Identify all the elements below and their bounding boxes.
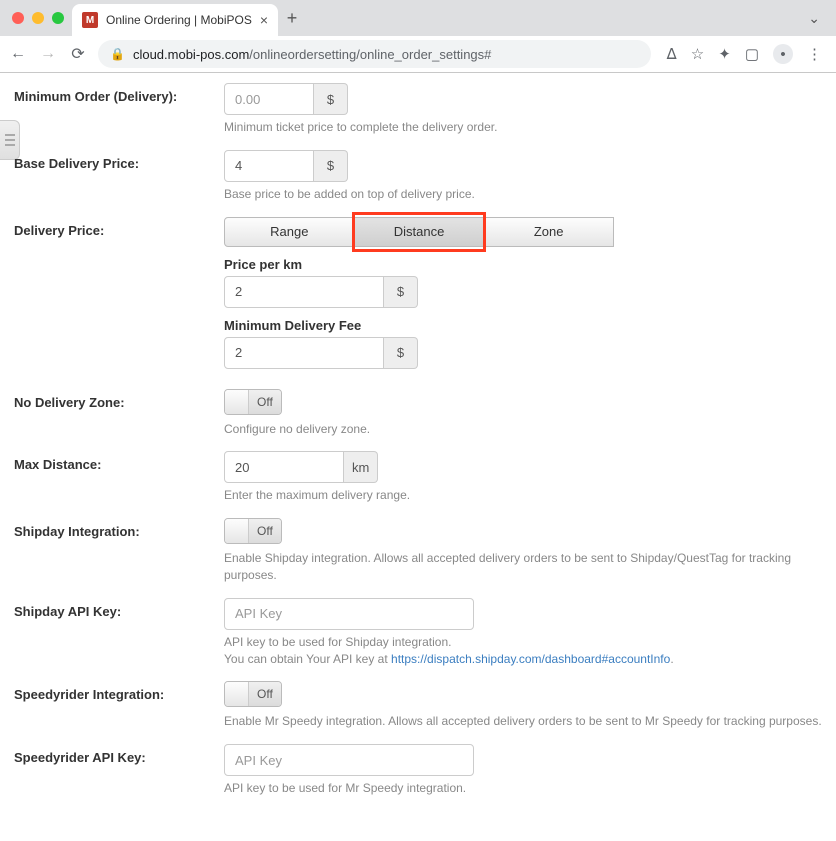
shipday-api-help: API key to be used for Shipday integrati… — [224, 634, 822, 668]
min-fee-label: Minimum Delivery Fee — [224, 318, 822, 333]
window-controls — [8, 12, 72, 24]
forward-button: → — [38, 45, 58, 63]
settings-form: Minimum Order (Delivery): $ Minimum tick… — [0, 73, 836, 841]
reload-button[interactable]: ⟳ — [68, 44, 88, 64]
profile-avatar[interactable]: • — [773, 44, 793, 64]
base-price-input[interactable] — [224, 150, 314, 182]
url-text: cloud.mobi-pos.com/onlineordersetting/on… — [133, 47, 491, 62]
min-order-label: Minimum Order (Delivery): — [14, 83, 224, 104]
shipday-api-input[interactable] — [224, 598, 474, 630]
tab-title: Online Ordering | MobiPOS — [106, 13, 252, 27]
delivery-price-label: Delivery Price: — [14, 217, 224, 238]
tab-favicon: M — [82, 12, 98, 28]
base-price-label: Base Delivery Price: — [14, 150, 224, 171]
tab-bar: M Online Ordering | MobiPOS × + ⌄ — [0, 0, 836, 36]
speedyrider-api-help: API key to be used for Mr Speedy integra… — [224, 780, 822, 797]
currency-addon: $ — [384, 337, 418, 369]
new-tab-button[interactable]: + — [278, 8, 306, 29]
extensions-icon[interactable]: ✦ — [718, 45, 731, 63]
minimize-window-button[interactable] — [32, 12, 44, 24]
bookmark-icon[interactable]: ☆ — [691, 45, 704, 63]
currency-addon: $ — [314, 83, 348, 115]
currency-addon: $ — [314, 150, 348, 182]
tabs-dropdown-icon[interactable]: ⌄ — [800, 10, 828, 27]
speedyrider-integration-help: Enable Mr Speedy integration. Allows all… — [224, 713, 822, 730]
tab-zone[interactable]: Zone — [484, 217, 614, 247]
no-delivery-zone-label: No Delivery Zone: — [14, 389, 224, 410]
close-tab-icon[interactable]: × — [260, 12, 268, 28]
unit-addon: km — [344, 451, 378, 483]
base-price-help: Base price to be added on top of deliver… — [224, 186, 822, 203]
currency-addon: $ — [384, 276, 418, 308]
browser-tab[interactable]: M Online Ordering | MobiPOS × — [72, 4, 278, 36]
share-icon[interactable]: ᐃ — [667, 45, 677, 63]
tab-distance[interactable]: Distance — [355, 217, 485, 247]
no-delivery-zone-toggle[interactable]: Off — [224, 389, 282, 415]
close-window-button[interactable] — [12, 12, 24, 24]
price-per-km-label: Price per km — [224, 257, 822, 272]
shipday-api-label: Shipday API Key: — [14, 598, 224, 619]
menu-icon[interactable]: ⋮ — [807, 45, 822, 63]
panel-icon[interactable]: ▢ — [745, 45, 759, 63]
shipday-integration-help: Enable Shipday integration. Allows all a… — [224, 550, 822, 584]
max-distance-input[interactable] — [224, 451, 344, 483]
min-fee-input[interactable] — [224, 337, 384, 369]
price-per-km-input[interactable] — [224, 276, 384, 308]
shipday-integration-label: Shipday Integration: — [14, 518, 224, 539]
lock-icon: 🔒 — [110, 47, 125, 61]
speedyrider-api-input[interactable] — [224, 744, 474, 776]
min-order-help: Minimum ticket price to complete the del… — [224, 119, 822, 136]
speedyrider-integration-toggle[interactable]: Off — [224, 681, 282, 707]
toolbar-icons: ᐃ ☆ ✦ ▢ • ⋮ — [661, 44, 828, 64]
browser-chrome: M Online Ordering | MobiPOS × + ⌄ ← → ⟳ … — [0, 0, 836, 73]
speedyrider-integration-label: Speedyrider Integration: — [14, 681, 224, 702]
no-delivery-zone-help: Configure no delivery zone. — [224, 421, 822, 438]
max-distance-help: Enter the maximum delivery range. — [224, 487, 822, 504]
delivery-price-tabs: Range Distance Zone — [224, 217, 614, 247]
tab-range[interactable]: Range — [224, 217, 355, 247]
shipday-integration-toggle[interactable]: Off — [224, 518, 282, 544]
address-bar[interactable]: 🔒 cloud.mobi-pos.com/onlineordersetting/… — [98, 40, 651, 68]
shipday-api-link[interactable]: https://dispatch.shipday.com/dashboard#a… — [391, 652, 670, 666]
maximize-window-button[interactable] — [52, 12, 64, 24]
back-button[interactable]: ← — [8, 45, 28, 63]
min-order-input[interactable] — [224, 83, 314, 115]
max-distance-label: Max Distance: — [14, 451, 224, 472]
browser-toolbar: ← → ⟳ 🔒 cloud.mobi-pos.com/onlineorderse… — [0, 36, 836, 72]
speedyrider-api-label: Speedyrider API Key: — [14, 744, 224, 765]
